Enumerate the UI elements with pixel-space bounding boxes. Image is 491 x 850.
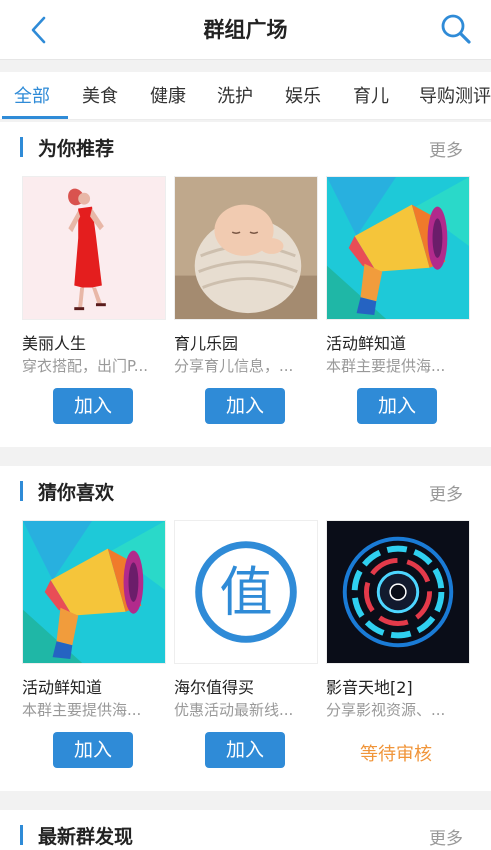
section-guess-you-like: 猜你喜欢 更多 活动鲜知道 本群主要提供海... 加入 值 海尔值得买 优惠活动… (0, 466, 491, 791)
search-icon (441, 14, 471, 44)
group-description: 优惠活动最新线... (174, 701, 294, 719)
tab-health[interactable]: 健康 (150, 82, 186, 108)
tab-care[interactable]: 洗护 (217, 82, 253, 108)
group-name: 美丽人生 (22, 334, 87, 353)
join-button[interactable]: 加入 (53, 732, 133, 768)
tab-shopping-review[interactable]: 导购测评 (419, 82, 491, 108)
megaphone-image (22, 520, 166, 664)
category-tabs: 全部 美食 健康 洗护 娱乐 育儿 导购测评 (0, 72, 491, 120)
svg-text:值: 值 (219, 562, 272, 624)
navigation-bar: 群组广场 (0, 0, 491, 60)
back-button[interactable] (22, 12, 58, 48)
section-new-groups: 最新群发现 更多 (0, 810, 491, 850)
group-name: 活动鲜知道 (22, 678, 103, 697)
group-name: 影音天地[2] (326, 678, 413, 697)
pending-review-status: 等待审核 (360, 744, 432, 765)
group-name: 海尔值得买 (174, 678, 255, 697)
zhi-logo-image: 值 (174, 520, 318, 664)
section-title: 猜你喜欢 (38, 482, 115, 504)
join-button[interactable]: 加入 (205, 388, 285, 424)
group-name: 育儿乐园 (174, 334, 239, 353)
section-title: 为你推荐 (38, 138, 115, 160)
baby-image (174, 176, 318, 320)
join-button[interactable]: 加入 (205, 732, 285, 768)
tab-food[interactable]: 美食 (82, 82, 118, 108)
section-recommended: 为你推荐 更多 美丽人生 穿衣搭配，出门P... 加入 育儿乐园 分享育儿信息，… (0, 122, 491, 447)
tab-all[interactable]: 全部 (14, 82, 50, 108)
fashion-model-image (22, 176, 166, 320)
section-marker (20, 137, 23, 157)
chevron-left-icon (31, 16, 46, 44)
section-marker (20, 481, 23, 501)
group-name: 活动鲜知道 (326, 334, 407, 353)
active-tab-indicator (2, 116, 68, 119)
tab-entertainment[interactable]: 娱乐 (285, 82, 321, 108)
group-description: 分享影视资源、... (326, 701, 446, 719)
more-link[interactable]: 更多 (429, 824, 463, 849)
tab-parenting[interactable]: 育儿 (353, 82, 389, 108)
group-description: 分享育儿信息，... (174, 357, 294, 375)
group-description: 穿衣搭配，出门P... (22, 357, 149, 375)
megaphone-image (326, 176, 470, 320)
section-title: 最新群发现 (38, 826, 134, 848)
join-button[interactable]: 加入 (53, 388, 133, 424)
search-button[interactable] (439, 12, 473, 46)
section-marker (20, 825, 23, 845)
more-link[interactable]: 更多 (429, 136, 463, 161)
speaker-image (326, 520, 470, 664)
page-title: 群组广场 (203, 18, 288, 42)
join-button[interactable]: 加入 (357, 388, 437, 424)
group-description: 本群主要提供海... (22, 701, 142, 719)
more-link[interactable]: 更多 (429, 480, 463, 505)
group-description: 本群主要提供海... (326, 357, 446, 375)
